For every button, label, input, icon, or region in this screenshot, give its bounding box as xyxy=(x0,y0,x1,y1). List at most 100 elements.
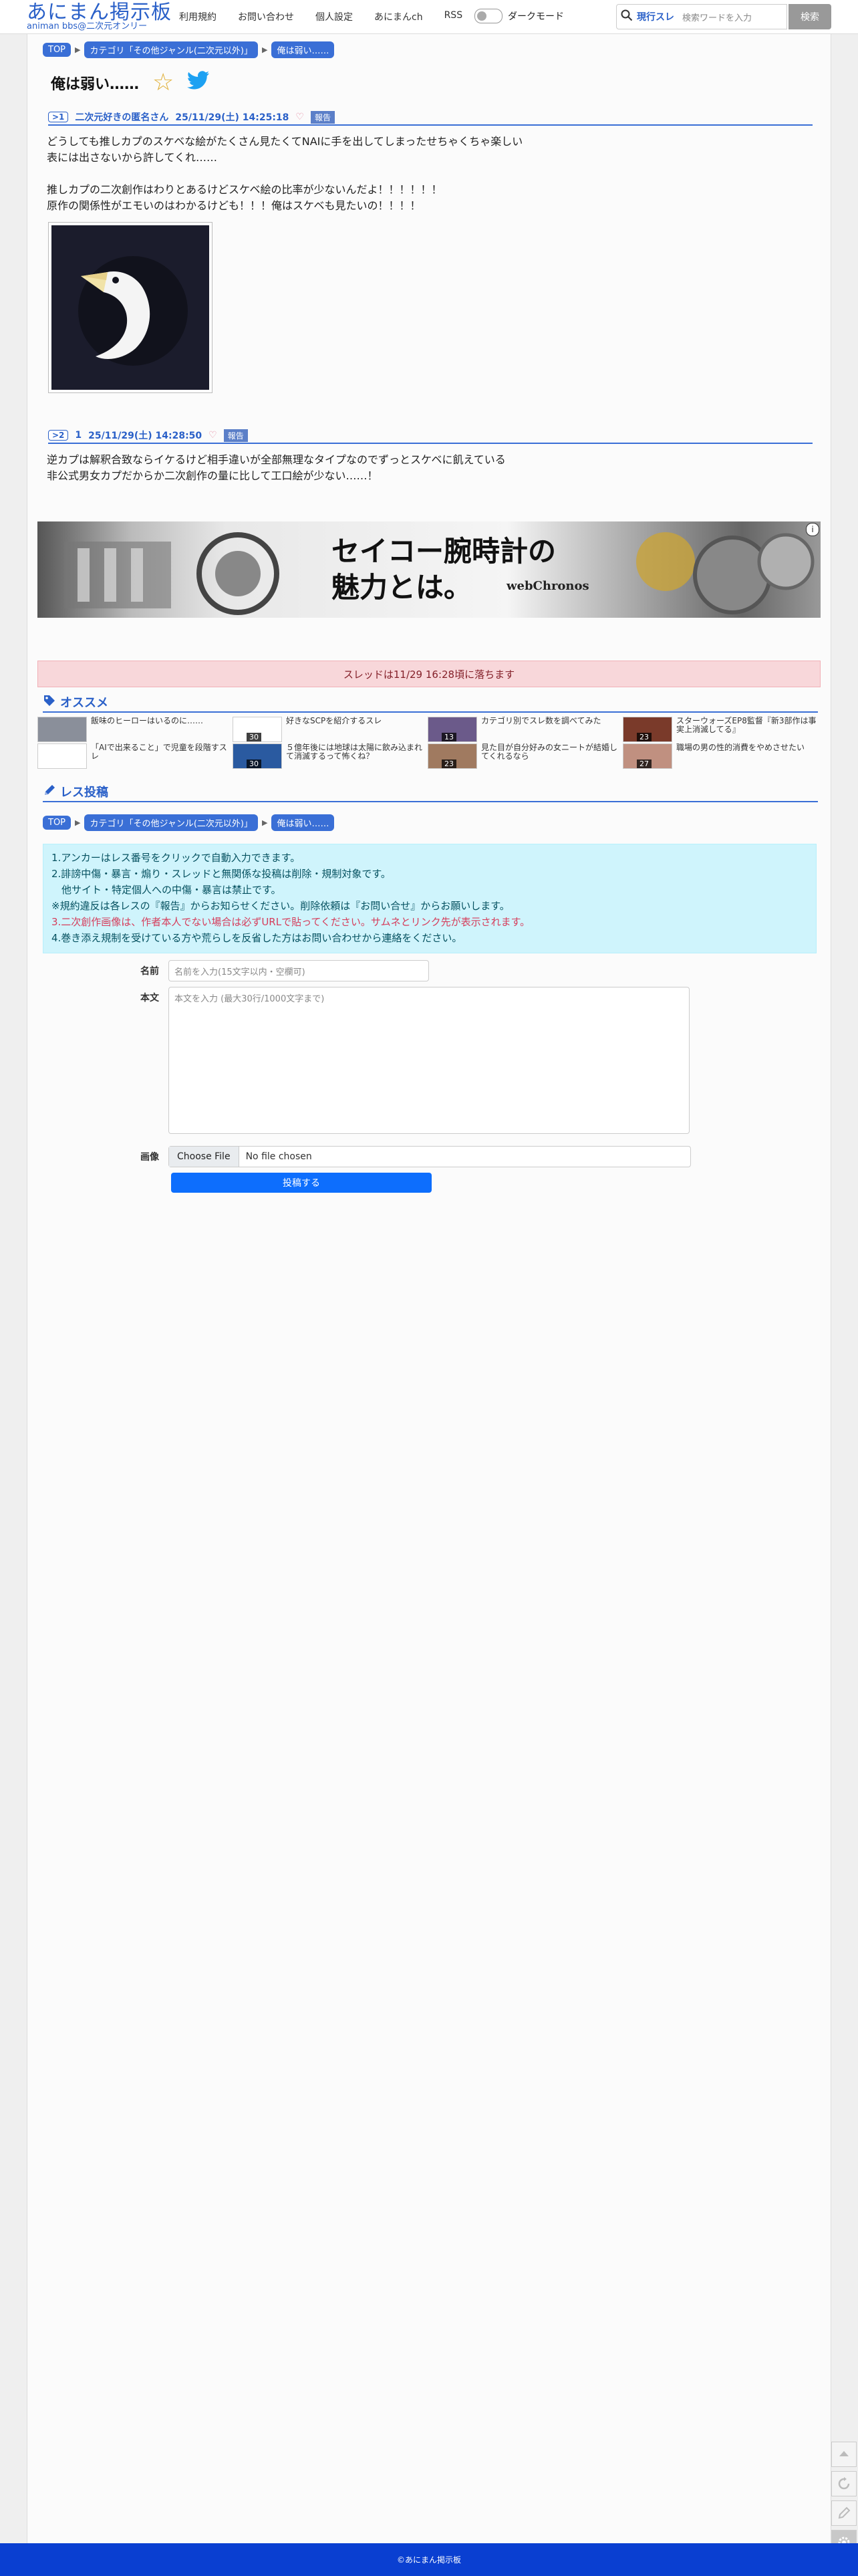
recommend-thumbnail[interactable]: 30 xyxy=(233,717,282,742)
edit-icon[interactable] xyxy=(831,2500,857,2526)
choose-file-button[interactable]: Choose File xyxy=(169,1147,239,1167)
post-line: 非公式男女カプだからか二次創作の量に比して工口絵が少ない……！ xyxy=(47,469,378,482)
name-field[interactable]: 名前を入力(15文字以内・空欄可) xyxy=(168,960,429,981)
breadcrumb-category[interactable]: カテゴリ「その他ジャンル(二次元以外)」 xyxy=(84,814,258,831)
post-line: 原作の関係性がエモいのはわかるけども！！！俺はスケベも見たいの！！！！ xyxy=(47,199,421,212)
breadcrumb-separator-icon: ▶ xyxy=(75,818,81,827)
report-button[interactable]: 報告 xyxy=(223,429,248,442)
rule-line: 他サイト・特定個人への中傷・暴言は禁止です。 xyxy=(51,884,281,896)
comment-count-badge: 23 xyxy=(442,759,456,768)
name-placeholder: 名前を入力(15文字以内・空欄可) xyxy=(174,967,305,977)
recommend-title[interactable]: カテゴリ別でスレ数を調べてみた xyxy=(481,717,601,741)
post-number[interactable]: >2 xyxy=(48,430,69,441)
post-image[interactable] xyxy=(48,222,212,393)
scroll-top-icon[interactable] xyxy=(831,2442,857,2467)
site-logo[interactable]: あにまん掲示板 animan bbs@二次元オンリー xyxy=(27,1,172,31)
comment-count-badge: 30 xyxy=(247,733,261,741)
nav-rss-link[interactable]: RSS xyxy=(444,10,463,23)
recommend-thumbnail[interactable]: 23 xyxy=(623,717,672,742)
search-placeholder: 検索ワードを入力 xyxy=(682,13,752,23)
recommend-thumbnail[interactable]: 23 xyxy=(428,743,477,769)
ad-headline-line: セイコー腕時計の xyxy=(331,535,557,568)
post-header: >1 二次元好きの匿名さん 25/11/29(土) 14:25:18 ♡ 報告 xyxy=(48,110,813,126)
dark-mode-switch[interactable]: ダークモード xyxy=(474,9,564,23)
breadcrumb-thread[interactable]: 俺は弱い…… xyxy=(271,814,335,831)
breadcrumb-category[interactable]: カテゴリ「その他ジャンル(二次元以外)」 xyxy=(84,41,258,58)
recommend-thumbnail[interactable]: 27 xyxy=(623,743,672,769)
post-author: 二次元好きの匿名さん xyxy=(75,112,169,123)
heart-icon[interactable]: ♡ xyxy=(208,430,217,441)
penguin-avatar-image xyxy=(51,225,209,390)
name-label: 名前 xyxy=(140,966,159,977)
pencil-icon xyxy=(43,784,56,800)
recommend-heading-text: オススメ xyxy=(60,696,108,710)
breadcrumb-separator-icon: ▶ xyxy=(261,818,268,827)
recommend-item[interactable]: 「AIで出来ること」で児童を段階すスレ xyxy=(37,743,231,769)
recommend-item[interactable]: 27 職場の男の性的消費をやめさせたい xyxy=(623,743,817,769)
copyright-text: ©あにまん掲示板 xyxy=(396,2555,461,2565)
comment-count-badge: 23 xyxy=(637,733,652,741)
recommend-thumbnail[interactable]: 30 xyxy=(233,743,282,769)
search-bar: 現行スレ 検索ワードを入力 検索 xyxy=(616,4,831,29)
search-scope-label[interactable]: 現行スレ xyxy=(637,10,674,23)
recommend-item[interactable]: 30 ５億年後には地球は太陽に飲み込まれて消滅するって怖くね？ xyxy=(233,743,426,769)
nav-contact-link[interactable]: お問い合わせ xyxy=(238,10,294,23)
breadcrumb-separator-icon: ▶ xyxy=(261,45,268,54)
search-icon xyxy=(617,9,637,25)
post-header: >2 1 25/11/29(土) 14:28:50 ♡ 報告 xyxy=(48,428,813,444)
report-button[interactable]: 報告 xyxy=(310,110,335,124)
submit-button[interactable]: 投稿する xyxy=(171,1173,432,1193)
body-placeholder: 本文を入力 (最大30行/1000文字まで) xyxy=(174,994,325,1004)
rule-line: 1.アンカーはレス番号をクリックで自動入力できます。 xyxy=(51,852,301,864)
breadcrumb-top[interactable]: TOP xyxy=(43,816,72,830)
nav-animanch-link[interactable]: あにまんch xyxy=(374,10,423,23)
ad-banner[interactable]: セイコー腕時計の 魅力とは。 webChronos i xyxy=(37,521,821,618)
recommend-title[interactable]: ５億年後には地球は太陽に飲み込まれて消滅するって怖くね？ xyxy=(286,743,426,768)
breadcrumb-top[interactable]: TOP xyxy=(43,43,72,57)
ad-info-icon[interactable]: i xyxy=(806,523,819,536)
post-number[interactable]: >1 xyxy=(48,112,69,122)
nav-settings-link[interactable]: 個人設定 xyxy=(315,10,353,23)
rule-line: ※規約違反は各レスの『報告』からお知らせください。削除依頼は『お問い合せ』からお… xyxy=(51,900,510,912)
star-icon[interactable]: ☆ xyxy=(152,70,174,94)
recommend-item[interactable]: 23 見た目が自分好みの女ニートが結婚してくれるなら xyxy=(428,743,621,769)
recommend-title[interactable]: 見た目が自分好みの女ニートが結婚してくれるなら xyxy=(481,743,621,768)
breadcrumb-bottom: TOP ▶ カテゴリ「その他ジャンル(二次元以外)」 ▶ 俺は弱い…… xyxy=(43,814,335,831)
reply-heading-text: レス投稿 xyxy=(60,786,108,800)
search-input[interactable]: 現行スレ 検索ワードを入力 xyxy=(616,4,787,29)
dark-mode-toggle[interactable] xyxy=(474,9,503,23)
logo-main-text: あにまん掲示板 xyxy=(27,1,172,24)
breadcrumb: TOP ▶ カテゴリ「その他ジャンル(二次元以外)」 ▶ 俺は弱い…… xyxy=(43,41,335,58)
post-date: 25/11/29(土) 14:28:50 xyxy=(88,431,202,441)
post-date: 25/11/29(土) 14:25:18 xyxy=(175,112,289,123)
dark-mode-label: ダークモード xyxy=(508,11,564,22)
post-line: 表には出さないから許してくれ…… xyxy=(47,151,218,164)
rule-line: 3.二次創作画像は、作者本人でない場合は必ずURLで貼ってください。サムネとリン… xyxy=(51,916,531,928)
twitter-bird-icon[interactable] xyxy=(187,71,210,94)
body-textarea[interactable]: 本文を入力 (最大30行/1000文字まで) xyxy=(168,987,690,1134)
breadcrumb-thread[interactable]: 俺は弱い…… xyxy=(271,41,335,58)
recommend-thumbnail[interactable] xyxy=(37,743,87,769)
recommend-item[interactable]: 13 カテゴリ別でスレ数を調べてみた xyxy=(428,717,621,742)
search-button[interactable]: 検索 xyxy=(789,4,831,29)
heart-icon[interactable]: ♡ xyxy=(295,112,304,122)
recommend-title[interactable]: 職場の男の性的消費をやめさせたい xyxy=(676,743,805,768)
recommend-title[interactable]: スターウォーズEP8監督『新3部作は事実上消滅してる』 xyxy=(676,717,817,741)
recommend-title[interactable]: 飯味のヒーローはいるのに…… xyxy=(91,717,203,741)
recommend-title[interactable]: 好きなSCPを紹介するスレ xyxy=(286,717,382,741)
reload-icon[interactable] xyxy=(831,2471,857,2496)
post-body: 逆カプは解釈合致ならイケるけど相手違いが全部無理なタイプなのでずっとスケベに飢え… xyxy=(47,452,506,484)
recommend-item[interactable]: 23 スターウォーズEP8監督『新3部作は事実上消滅してる』 xyxy=(623,717,817,742)
post-line xyxy=(47,166,523,182)
rule-line: 4.巻き添え規制を受けている方や荒らしを反省した方はお問い合わせから連絡をくださ… xyxy=(51,932,462,944)
recommend-title[interactable]: 「AIで出来ること」で児童を段階すスレ xyxy=(91,743,231,768)
rule-line: 2.誹謗中傷・暴言・煽り・スレッドと無関係な投稿は削除・規制対象です。 xyxy=(51,868,391,880)
post-line: 逆カプは解釈合致ならイケるけど相手違いが全部無理なタイプなのでずっとスケベに飢え… xyxy=(47,453,506,466)
ad-headline: セイコー腕時計の 魅力とは。 xyxy=(331,534,556,606)
recommend-item[interactable]: 飯味のヒーローはいるのに…… xyxy=(37,717,231,742)
image-file-input[interactable]: Choose File No file chosen xyxy=(168,1146,691,1167)
recommend-item[interactable]: 30 好きなSCPを紹介するスレ xyxy=(233,717,426,742)
recommend-thumbnail[interactable]: 13 xyxy=(428,717,477,742)
recommend-thumbnail[interactable] xyxy=(37,717,87,742)
nav-terms-link[interactable]: 利用規約 xyxy=(179,10,217,23)
